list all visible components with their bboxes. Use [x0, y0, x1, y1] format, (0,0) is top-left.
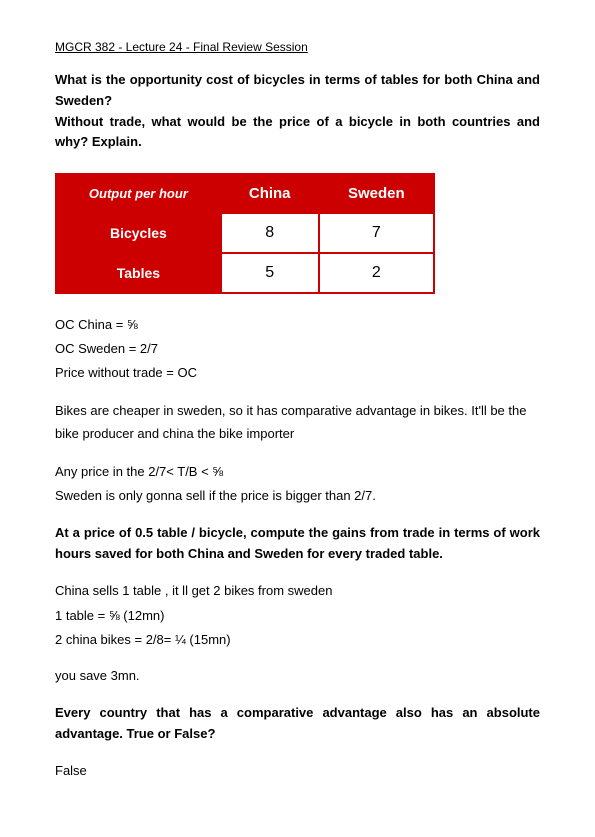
data-table-container: Output per hour China Sweden Bicycles 8 …	[55, 173, 540, 294]
question-2-text: At a price of 0.5 table / bicycle, compu…	[55, 523, 540, 565]
price-range-block: Any price in the 2/7< T/B < ⅝ Sweden is …	[55, 461, 540, 507]
table-row-bicycles: Bicycles 8 7	[56, 213, 434, 253]
question-2-block: At a price of 0.5 table / bicycle, compu…	[55, 523, 540, 565]
oc-china-line: OC China = ⅝	[55, 314, 540, 336]
table-header-china: China	[221, 174, 319, 213]
china-sells-line3: 2 china bikes = 2/8= ¼ (15mn)	[55, 629, 540, 651]
table-header-output: Output per hour	[56, 174, 221, 213]
savings-text: you save 3mn.	[55, 665, 540, 687]
question-3-block: Every country that has a comparative adv…	[55, 703, 540, 745]
savings-block: you save 3mn.	[55, 665, 540, 687]
bicycles-sweden-value: 7	[319, 213, 434, 253]
comparative-advantage-text: Bikes are cheaper in sweden, so it has c…	[55, 400, 540, 444]
question-3-text: Every country that has a comparative adv…	[55, 703, 540, 745]
bicycles-china-value: 8	[221, 213, 319, 253]
answer-text: False	[55, 760, 540, 782]
row-label-bicycles: Bicycles	[56, 213, 221, 253]
comparative-advantage-block: Bikes are cheaper in sweden, so it has c…	[55, 400, 540, 444]
page-title: MGCR 382 - Lecture 24 - Final Review Ses…	[55, 40, 540, 54]
output-table: Output per hour China Sweden Bicycles 8 …	[55, 173, 435, 294]
answer-block: False	[55, 760, 540, 782]
china-sells-block: China sells 1 table , it ll get 2 bikes …	[55, 580, 540, 650]
china-sells-line2: 1 table = ⅝ (12mn)	[55, 605, 540, 627]
table-row-tables: Tables 5 2	[56, 253, 434, 293]
price-no-trade-line: Price without trade = OC	[55, 362, 540, 384]
tables-china-value: 5	[221, 253, 319, 293]
oc-analysis-block: OC China = ⅝ OC Sweden = 2/7 Price witho…	[55, 314, 540, 384]
question-1-line2: Without trade, what would be the price o…	[55, 112, 540, 154]
question-1-line1: What is the opportunity cost of bicycles…	[55, 70, 540, 112]
row-label-tables: Tables	[56, 253, 221, 293]
question-1-block: What is the opportunity cost of bicycles…	[55, 70, 540, 153]
table-header-sweden: Sweden	[319, 174, 434, 213]
price-range-line2: Sweden is only gonna sell if the price i…	[55, 485, 540, 507]
china-sells-line1: China sells 1 table , it ll get 2 bikes …	[55, 580, 540, 602]
price-range-line1: Any price in the 2/7< T/B < ⅝	[55, 461, 540, 483]
tables-sweden-value: 2	[319, 253, 434, 293]
oc-sweden-line: OC Sweden = 2/7	[55, 338, 540, 360]
